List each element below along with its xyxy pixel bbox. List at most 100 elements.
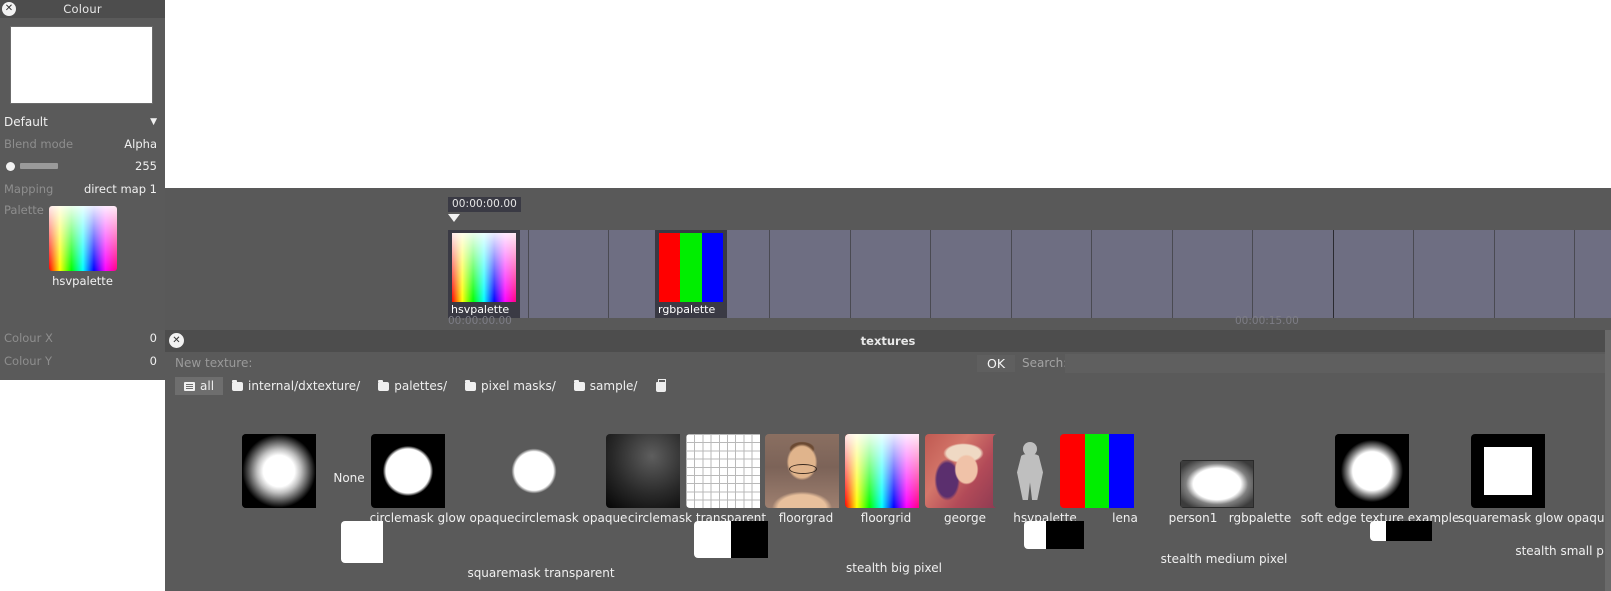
texture-tab-pixel-masks[interactable]: pixel masks/: [456, 377, 565, 395]
colour-x-label: Colour X: [4, 330, 53, 345]
texture-label: stealth small pixel: [1515, 544, 1611, 558]
preset-label: Default: [4, 115, 48, 129]
alpha-slider-track[interactable]: [20, 163, 58, 169]
texture-thumbnail[interactable]: [1370, 521, 1611, 541]
texture-thumbnail[interactable]: [1024, 521, 1424, 549]
viewport-blank-area: [165, 0, 1611, 188]
trash-icon[interactable]: [656, 379, 667, 392]
app-root: ✕ Colour Default ▼ Blend mode Alpha 255 …: [0, 0, 1611, 591]
texture-label: squaremask transparent: [467, 566, 615, 580]
texture-item[interactable]: stealth medium pixel: [1024, 521, 1424, 566]
timeline-time-start: 00:00:00.00: [448, 315, 512, 327]
colour-panel-title: Colour: [63, 2, 102, 16]
mapping-row[interactable]: Mapping direct map 1: [0, 177, 165, 200]
texture-art: [1024, 521, 1084, 549]
texture-thumbnail[interactable]: [341, 521, 741, 563]
timeline-cell[interactable]: [931, 230, 1012, 318]
blend-mode-row[interactable]: Blend mode Alpha: [0, 132, 165, 155]
close-icon[interactable]: ✕: [169, 333, 184, 348]
colour-y-row[interactable]: Colour Y 0: [0, 349, 165, 372]
texture-category-tabs[interactable]: all internal/dxtexture/palettes/pixel mas…: [165, 376, 1611, 396]
timeline-ruler: 00:00:00.00 00:00:15.00: [165, 315, 1611, 329]
colour-swatch-preview[interactable]: [10, 26, 153, 104]
timeline-cell[interactable]: [528, 230, 609, 318]
clip-thumbnail: [659, 233, 723, 303]
playhead-timecode: 00:00:00.00: [448, 197, 521, 212]
palette-name: hsvpalette: [52, 274, 113, 288]
textures-toolbar: New texture: OK Search:: [165, 352, 1611, 376]
alpha-slider-knob[interactable]: [6, 161, 15, 171]
texture-tab-label: sample/: [589, 379, 638, 393]
texture-art: [765, 434, 839, 508]
timeline-track[interactable]: [448, 230, 1611, 318]
stealth-white-half: [694, 521, 731, 558]
folder-icon: [465, 379, 477, 391]
timeline-cell[interactable]: [1494, 230, 1575, 318]
texture-art: [845, 434, 919, 508]
texture-thumbnail[interactable]: [1471, 434, 1611, 508]
textures-title: textures: [860, 334, 916, 348]
texture-art: [694, 521, 768, 558]
rgb-stripe: [1109, 434, 1135, 508]
playhead-marker-icon[interactable]: [448, 214, 460, 222]
new-texture-label: New texture:: [175, 356, 253, 370]
list-icon: [184, 381, 195, 391]
rgb-stripe: [701, 233, 723, 303]
stealth-black-half: [731, 521, 768, 558]
texture-item[interactable]: squaremask opaque: [1471, 434, 1611, 525]
texture-art: [686, 434, 760, 508]
timeline-cell[interactable]: [1253, 230, 1334, 318]
texture-tab-label: all: [200, 379, 215, 393]
texture-item[interactable]: stealth small pixel: [1370, 521, 1611, 558]
timeline-cell[interactable]: [1172, 230, 1253, 318]
rgb-stripe: [659, 233, 681, 303]
texture-art: [371, 434, 445, 508]
texture-label: stealth medium pixel: [1160, 552, 1288, 566]
stealth-white-half: [1024, 521, 1046, 549]
textures-scrollbar[interactable]: [1605, 330, 1611, 591]
texture-tab-palettes[interactable]: palettes/: [369, 377, 456, 395]
timeline-cell[interactable]: [1414, 230, 1495, 318]
texture-art: [606, 434, 680, 508]
timeline-cell[interactable]: [1575, 230, 1611, 318]
colour-panel: ✕ Colour Default ▼ Blend mode Alpha 255 …: [0, 0, 165, 380]
rgb-stripe: [1060, 434, 1085, 508]
texture-art: [1060, 434, 1135, 508]
texture-art: [1471, 434, 1545, 508]
texture-tab-internal-dxtexture[interactable]: internal/dxtexture/: [223, 377, 369, 395]
blend-mode-label: Blend mode: [4, 136, 74, 151]
timeline-cell[interactable]: [1092, 230, 1173, 318]
texture-grid[interactable]: None circlemask glow opaque circlemask opa…: [165, 396, 1611, 591]
palette-preview[interactable]: hsvpalette: [0, 206, 165, 288]
texture-art: [1370, 521, 1432, 541]
ok-button[interactable]: OK: [977, 355, 1016, 372]
alpha-value: 255: [135, 159, 157, 173]
colour-x-row[interactable]: Colour X 0: [0, 326, 165, 349]
timeline-clip[interactable]: rgbpalette: [655, 230, 727, 318]
timeline-cell[interactable]: [1333, 230, 1414, 318]
colour-y-value: 0: [149, 353, 157, 368]
clip-thumbnail: [452, 233, 516, 303]
alpha-slider-row[interactable]: 255: [0, 155, 165, 177]
close-icon[interactable]: ✕: [2, 2, 16, 16]
search-label: Search:: [1022, 356, 1068, 370]
left-blank-area: [0, 380, 165, 591]
search-input[interactable]: [1065, 354, 1611, 373]
textures-dialog: ✕ textures New texture: OK Search: all in…: [165, 330, 1611, 591]
hsv-palette-thumbnail[interactable]: [48, 206, 117, 271]
texture-tab-label: internal/dxtexture/: [248, 379, 361, 393]
timeline-cell[interactable]: [850, 230, 931, 318]
texture-item[interactable]: squaremask transparent: [341, 521, 741, 580]
texture-art: [925, 434, 999, 508]
textures-titlebar: ✕ textures: [165, 330, 1611, 352]
texture-art: [993, 434, 1067, 508]
timeline-cell[interactable]: [1011, 230, 1092, 318]
texture-tab-all[interactable]: all: [175, 377, 224, 395]
timeline-cell[interactable]: [770, 230, 851, 318]
texture-tab-sample[interactable]: sample/: [565, 377, 647, 395]
rgb-stripe: [680, 233, 702, 303]
preset-dropdown[interactable]: Default ▼: [0, 112, 165, 132]
texture-art: [341, 521, 383, 563]
timeline-clip[interactable]: hsvpalette: [448, 230, 520, 318]
timeline-panel[interactable]: 00:00:00.00 hsvpalette rgbpalette 00:00:0…: [165, 188, 1611, 330]
